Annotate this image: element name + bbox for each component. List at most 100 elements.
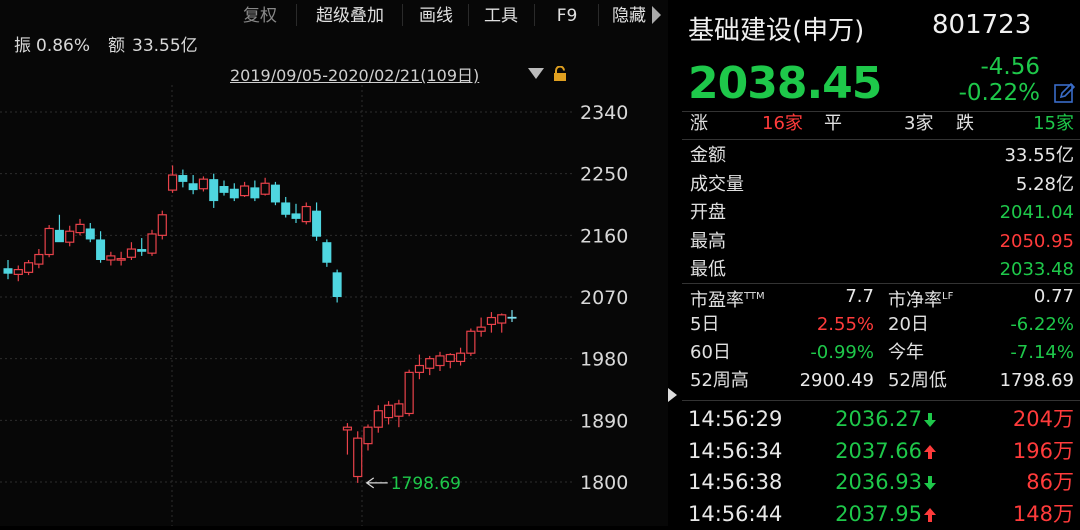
d5-value: 2.55% [816,314,874,335]
arrow-down-icon [924,413,936,427]
chart-toolbar: 复权 超级叠加 画线 工具 F9 隐藏 [0,0,668,30]
stat-label: 最低 [690,259,726,280]
stat-value: 33.55亿 [1004,145,1074,166]
candle-body [445,353,455,363]
more-chevron-icon[interactable] [652,6,661,24]
candle-body [3,268,13,274]
return-5-20-row: 5日 2.55% 20日 -6.22% [682,311,1080,339]
candle-body [312,210,322,237]
edit-icon[interactable] [1054,82,1076,104]
candle-body [476,326,486,332]
pe-sup: TTM [744,291,765,302]
tick-price: 2037.95 [835,501,922,526]
candle-body [167,174,178,191]
candle-body [209,179,219,202]
tick-row: 14:56:29 2036.27 204万 [682,404,1080,435]
tick-time: 14:56:29 [688,407,783,431]
tick-time: 14:56:44 [688,501,783,526]
super-overlay-button[interactable]: 超级叠加 [302,0,398,30]
candle-body [106,255,116,261]
candle-body [260,182,270,195]
down-count: 15家 [1033,113,1074,134]
candle-body [394,403,404,417]
low-annotation-label: 1798.69 [391,474,461,494]
stat-label: 最高 [690,230,726,252]
y-tick-label: 2340 [580,102,628,124]
stat-value: 2050.95 [999,230,1074,252]
flat-count: 3家 [904,113,934,134]
candle-body [198,178,209,190]
candle-body [497,314,507,324]
down-label: 跌 [956,113,974,134]
tick-row: 14:56:44 2037.95 148万 [682,499,1080,530]
up-label: 涨 [690,113,708,134]
y-tick-label: 1800 [580,472,628,494]
stat-value: 2033.48 [999,259,1074,280]
d60-label: 60日 [690,342,731,363]
f9-button[interactable]: F9 [540,0,594,30]
tick-volume: 196万 [1012,438,1074,463]
price-change-percent: -0.22% [958,80,1040,106]
stat-label: 成交量 [690,173,744,195]
arrow-up-icon [924,507,936,522]
range-dropdown-icon[interactable] [528,68,544,79]
restore-rights-button[interactable]: 复权 [228,0,292,30]
d60-value: -0.99% [810,342,874,363]
up-count: 16家 [762,113,803,134]
w52-high-value: 2900.49 [799,370,874,391]
tick-time: 14:56:34 [688,438,783,463]
candle-body [353,437,363,478]
tick-volume: 148万 [1012,501,1074,526]
tick-price: 2036.27 [835,407,922,431]
hide-button[interactable]: 隐藏 [604,0,654,30]
stat-row: 最高 2050.95 [682,228,1080,256]
amplitude-value: 0.86% [36,36,91,56]
breadth-row: 涨 16家 平 3家 跌 15家 [682,110,1080,138]
amplitude-label: 振 [14,36,31,56]
candle-body [435,355,445,367]
stat-row: 开盘 2041.04 [682,199,1080,227]
stat-row: 最低 2033.48 [682,256,1080,284]
tick-volume: 204万 [1012,407,1074,431]
tools-button[interactable]: 工具 [472,0,530,30]
y-tick-label: 1890 [580,410,628,432]
tick-price: 2036.93 [835,470,922,494]
arrow-up-icon [924,444,936,459]
candle-body [507,316,517,319]
candle-body [404,371,414,415]
candle-body [466,330,476,354]
index-code: 801723 [932,10,1032,40]
stat-label: 金额 [690,145,726,166]
kline-chart-panel[interactable]: 复权 超级叠加 画线 工具 F9 隐藏 振 0.86% 额 33.55亿 201… [0,0,668,526]
price-change: -4.56 [980,54,1040,80]
candle-body [126,248,137,258]
candle-body [116,258,126,261]
candle-body [65,230,75,243]
candlestick-chart[interactable]: 2340 2250 2160 2070 1980 1890 1800 1798.69 [0,85,668,526]
quote-panel: 基础建设(申万) 801723 2038.45 -4.56 -0.22% 涨 1… [682,0,1080,526]
stat-label: 开盘 [690,202,726,223]
d20-label: 20日 [888,314,929,335]
candle-body [178,175,188,182]
ytd-label: 今年 [888,342,924,363]
arrow-down-icon [924,476,936,490]
return-60-ytd-row: 60日 -0.99% 今年 -7.14% [682,339,1080,367]
date-range-selector[interactable]: 2019/09/05-2020/02/21(109日) [230,62,479,86]
pe-value: 7.7 [845,286,874,307]
candle-body [75,223,85,234]
chart-info-line: 振 0.86% 额 33.55亿 [0,30,668,60]
candle-body [250,187,260,199]
candle-body [291,213,301,219]
w52-low-value: 1798.69 [999,370,1074,391]
candle-body [23,262,34,273]
collapse-panel-icon[interactable] [668,388,677,402]
turnover-value: 33.55亿 [132,36,198,56]
candle-body [54,229,64,243]
w52-high-label: 52周高 [690,370,749,391]
candle-body [188,183,198,191]
stat-value: 2041.04 [999,202,1074,223]
candle-body [383,404,394,419]
lock-icon[interactable] [553,66,567,82]
draw-line-button[interactable]: 画线 [406,0,466,30]
candle-body [137,249,147,252]
